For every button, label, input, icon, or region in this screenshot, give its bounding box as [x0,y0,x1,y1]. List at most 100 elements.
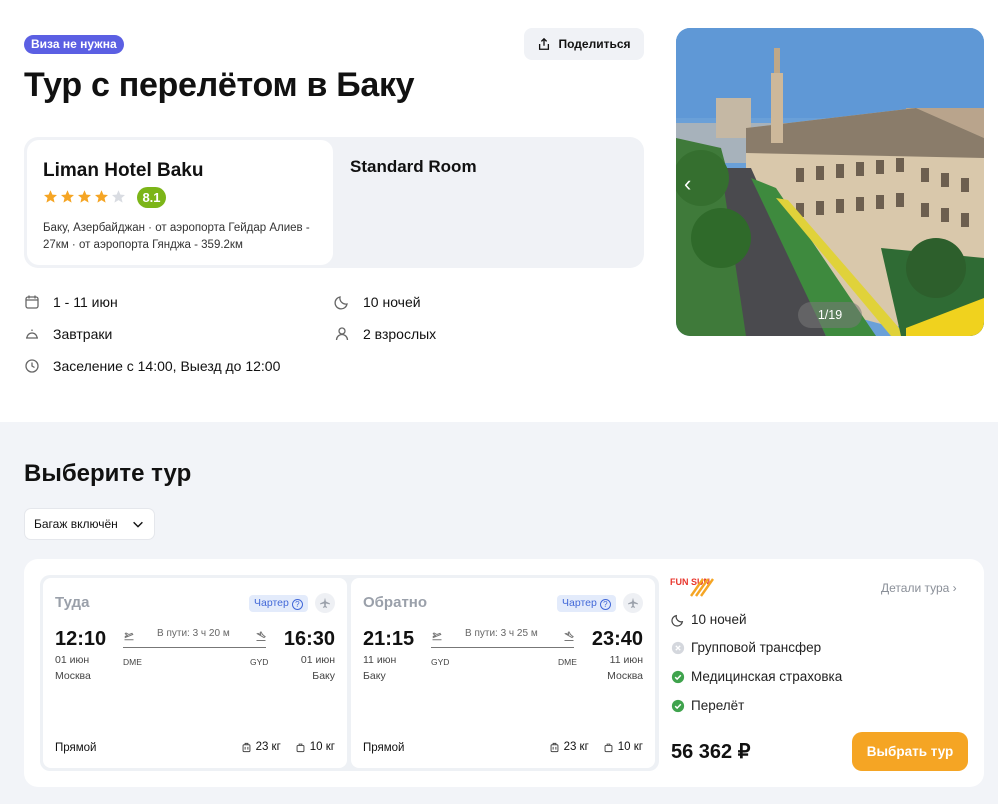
share-label: Поделиться [558,37,631,51]
leg-direction: Туда [55,594,90,611]
nights-info: 10 ночей [334,294,421,310]
leg-direction: Обратно [363,594,428,611]
flight-duration: В пути: 3 ч 25 м [465,628,538,639]
hotel-stars [43,189,126,204]
arrival-time: 16:30 [283,628,335,650]
flight-type: Прямой [363,742,405,754]
star-icon [44,190,57,203]
feature-nights: 10 ночей [671,612,747,627]
departure-date: 01 июн [55,654,90,666]
fun-sun-logo: FUN SUN [670,577,714,597]
flight-leg-outbound[interactable]: Туда Чартер? 12:10 16:30 В пути: 3 ч 20 … [43,578,347,768]
feature-flight: Перелёт [671,698,744,713]
luggage-weight: 23 кг [563,741,589,753]
feature-text: Групповой трансфер [691,640,822,655]
section-title: Выберите тур [24,460,192,487]
dish-icon [26,329,38,339]
arrival-airport-code: GYD [250,657,269,667]
star-icon [61,190,74,203]
chevron-right-icon: › [952,581,957,595]
star-empty-icon [112,190,125,203]
baggage-filter-dropdown[interactable]: Багаж включён [24,508,155,540]
gallery-prev-button[interactable]: ‹ [684,171,691,197]
hand-luggage-weight: 10 кг [309,741,335,753]
meals-text: Завтраки [53,326,113,342]
star-icon [78,190,91,203]
clock-icon [25,359,39,373]
flight-leg-return[interactable]: Обратно Чартер? 21:15 23:40 В пути: 3 ч … [351,578,655,768]
suitcase-icon [242,742,250,752]
landing-icon [564,631,574,641]
moon-icon [671,614,684,627]
hotel-photo [676,28,984,336]
feature-text: Медицинская страховка [691,669,843,684]
charter-label: Чартер [254,597,289,609]
info-icon: ? [599,599,611,610]
hotel-location: Баку, Азербайджан · от аэропорта Гейдар … [43,222,310,251]
hotel-card[interactable]: Liman Hotel Baku 8.1 Баку, Азербайджан ·… [27,140,333,265]
guests-info: 2 взрослых [334,326,436,342]
hotel-name[interactable]: Liman Hotel Baku [43,160,203,182]
route-line [431,647,574,648]
feature-insurance: Медицинская страховка [671,669,842,684]
tour-price: 56 362 ₽ [671,741,751,763]
departure-airport-code: DME [123,657,142,667]
arrival-city: Москва [607,670,643,682]
airline-button[interactable] [623,593,643,613]
landing-icon [256,631,266,641]
feature-text: Перелёт [691,698,745,713]
departure-time: 12:10 [55,628,107,650]
plane-icon [628,597,638,608]
nights-text: 10 ночей [363,294,421,310]
check-circle-icon [671,670,685,683]
share-button[interactable]: Поделиться [524,28,644,60]
departure-airport-code: GYD [431,657,450,667]
dates-text: 1 - 11 июн [53,294,118,310]
hand-luggage-weight: 10 кг [617,741,643,753]
departure-time: 21:15 [363,628,415,650]
baggage-info: 23 кг 10 кг [241,741,335,753]
star-icon [95,190,108,203]
gallery-counter: 1/19 [798,302,862,328]
charter-label: Чартер [562,597,597,609]
baggage-filter-label: Багаж включён [34,517,118,531]
arrival-airport-code: DME [558,657,577,667]
flight-duration: В пути: 3 ч 20 м [157,628,230,639]
feature-transfer: Групповой трансфер [671,640,821,655]
takeoff-icon [432,632,442,641]
share-icon [539,37,550,50]
airline-button[interactable] [315,593,335,613]
meals-info: Завтраки [24,326,112,342]
choose-tour-button[interactable]: Выбрать тур [852,732,968,771]
hotel-panel: Liman Hotel Baku 8.1 Баку, Азербайджан ·… [24,137,644,268]
checkin-text: Заселение с 14:00, Выезд до 12:00 [53,358,281,374]
route-line [123,647,266,648]
person-icon [335,327,349,341]
rating-badge: 8.1 [137,187,166,208]
chevron-down-icon [132,521,143,528]
flights-panel: Туда Чартер? 12:10 16:30 В пути: 3 ч 20 … [40,575,659,771]
calendar-icon [25,295,39,309]
room-name: Standard Room [350,157,477,176]
charter-badge[interactable]: Чартер? [557,595,616,612]
arrival-city: Баку [312,670,335,682]
arrival-date: 11 июн [609,654,643,666]
checkin-info: Заселение с 14:00, Выезд до 12:00 [24,358,280,374]
luggage-weight: 23 кг [255,741,281,753]
bag-icon [296,743,305,752]
page-title: Тур с перелётом в Баку [24,66,415,104]
tour-details-link[interactable]: Детали тура › [881,581,957,595]
feature-text: 10 ночей [691,612,747,627]
check-circle-icon [671,699,685,712]
plane-icon [320,597,330,608]
visa-badge: Виза не нужна [24,35,124,54]
hotel-photo-gallery[interactable]: ‹ [676,28,984,336]
takeoff-icon [124,632,134,641]
guests-text: 2 взрослых [363,326,437,342]
moon-icon [334,296,348,310]
info-icon: ? [291,599,303,610]
suitcase-icon [550,742,558,752]
bag-icon [604,743,613,752]
charter-badge[interactable]: Чартер? [249,595,308,612]
baggage-info: 23 кг 10 кг [549,741,643,753]
